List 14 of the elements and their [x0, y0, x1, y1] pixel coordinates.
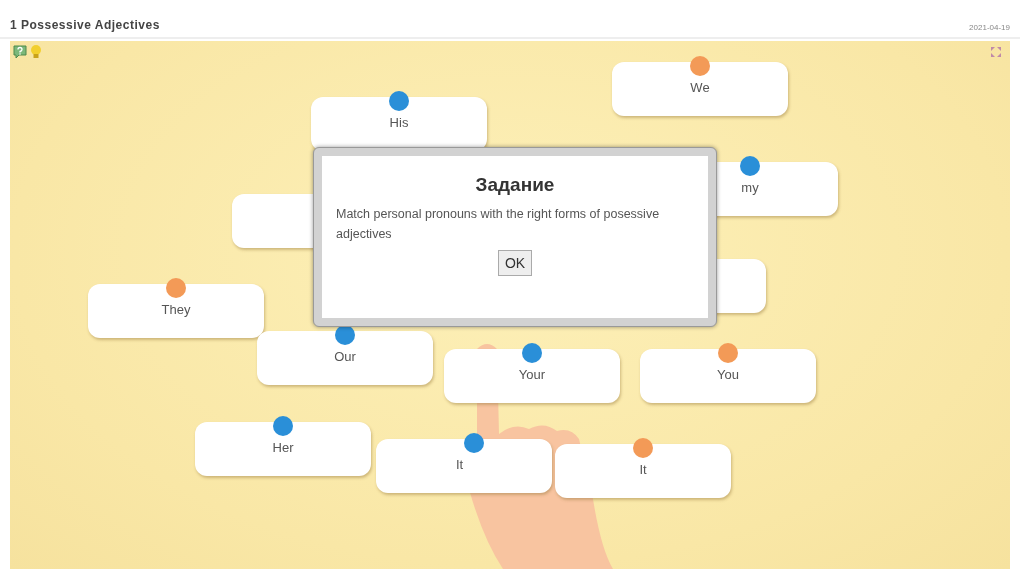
word-label: Your — [518, 367, 546, 382]
word-label: His — [389, 115, 409, 130]
word-label: Our — [334, 349, 356, 364]
word-label: It — [456, 457, 464, 472]
word-label: my — [741, 180, 759, 195]
word-label: Her — [272, 440, 294, 455]
date-label: 2021-04-19 — [969, 23, 1010, 32]
word-label: We — [690, 80, 710, 95]
word-label: It — [639, 462, 647, 477]
dialog-text: Match personal pronouns with the right forms of posessive adjectives — [336, 206, 661, 243]
word-label: They — [161, 302, 191, 317]
word-label: You — [717, 367, 739, 382]
exercise-title: 1 Possessive Adjectives — [10, 18, 160, 32]
dialog-title: Задание — [475, 174, 555, 196]
